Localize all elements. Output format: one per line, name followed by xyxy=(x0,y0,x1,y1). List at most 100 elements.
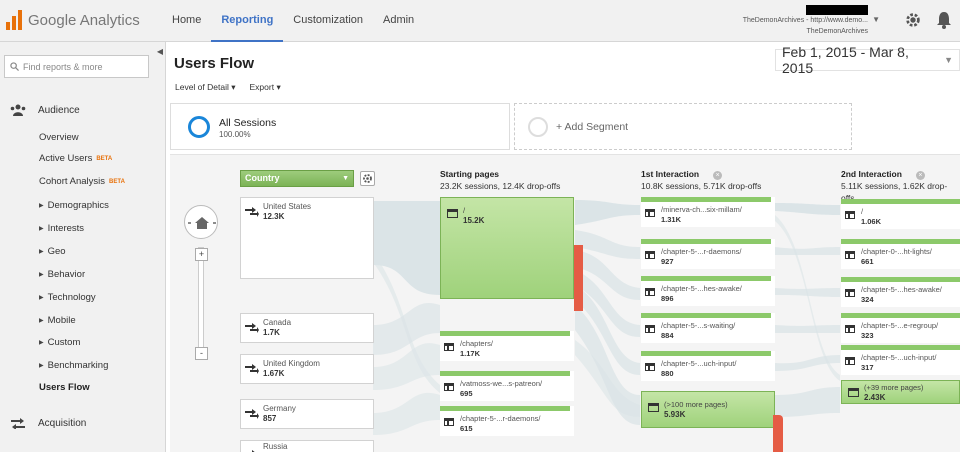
zoom-out-button[interactable]: - xyxy=(195,347,208,360)
collapse-sidebar-button[interactable]: ◀ xyxy=(154,44,166,60)
page-value: 884 xyxy=(661,331,674,340)
page-name: /chapter-5-...uch-input/ xyxy=(861,353,937,362)
starting-page-node[interactable]: /vatmoss-we...s-patreon/ 695 xyxy=(440,371,574,401)
users-flow-canvas[interactable]: + - Country ▼ United States 12.3K Canada… xyxy=(170,154,960,452)
date-range-picker[interactable]: Feb 1, 2015 - Mar 8, 2015 ▼ xyxy=(775,44,960,76)
main-nav: Home Reporting Customization Admin xyxy=(162,0,424,42)
entry-arrow-icon xyxy=(245,409,259,419)
search-box[interactable] xyxy=(4,55,149,78)
second-interaction-node[interactable]: /chapter-5-...uch-input/ 317 xyxy=(841,345,960,375)
starting-page-node[interactable]: / 15.2K xyxy=(440,197,574,299)
sidebar-item-demographics[interactable]: ▶ Demographics xyxy=(39,200,109,211)
sidebar-item-label: Active Users xyxy=(39,153,93,164)
account-selector[interactable]: TheDemonArchives - http://www.demo... Th… xyxy=(712,5,880,37)
country-node-united-kingdom[interactable]: United Kingdom 1.67K xyxy=(240,354,374,384)
dimension-dropdown[interactable]: Country ▼ xyxy=(240,170,354,187)
sidebar-item-interests[interactable]: ▶ Interests xyxy=(39,223,84,234)
add-segment-button[interactable]: + Add Segment xyxy=(514,103,852,150)
home-button[interactable] xyxy=(184,205,218,239)
tab-home[interactable]: Home xyxy=(162,0,211,42)
zoom-in-button[interactable]: + xyxy=(195,248,208,261)
expand-triangle-icon: ▶ xyxy=(39,318,44,324)
first-interaction-more-node[interactable]: (>100 more pages) 5.93K xyxy=(641,391,775,428)
country-value: 12.3K xyxy=(263,212,285,221)
expand-triangle-icon: ▶ xyxy=(39,295,44,301)
first-interaction-header: 1st Interaction × 10.8K sessions, 5.71K d… xyxy=(641,168,761,192)
tab-customization[interactable]: Customization xyxy=(283,0,373,42)
page-icon xyxy=(444,418,454,426)
sidebar-item-cohort-analysis[interactable]: Cohort Analysis BETA xyxy=(39,176,125,187)
close-icon[interactable]: × xyxy=(713,171,723,180)
page-value: 615 xyxy=(460,424,473,433)
sidebar-item-behavior[interactable]: ▶ Behavior xyxy=(39,269,85,280)
level-of-detail-menu[interactable]: Level of Detail ▾ xyxy=(175,82,236,93)
ga-logo-icon xyxy=(6,10,22,30)
tab-admin[interactable]: Admin xyxy=(373,0,424,42)
traffic-bar xyxy=(841,345,960,350)
gear-icon xyxy=(363,174,372,183)
second-interaction-node[interactable]: /chapter-5-...hes-awake/ 324 xyxy=(841,277,960,307)
add-segment-label: + Add Segment xyxy=(556,121,629,133)
segment-percent: 100.00% xyxy=(219,130,251,139)
tab-reporting[interactable]: Reporting xyxy=(211,0,284,42)
page-icon xyxy=(848,388,859,397)
page-icon xyxy=(645,288,655,296)
page-name: /chapter-5-...e-regroup/ xyxy=(861,321,939,330)
second-interaction-node[interactable]: / 1.06K xyxy=(841,199,960,229)
country-node-united-states[interactable]: United States 12.3K xyxy=(240,197,374,279)
ga-logo[interactable]: Google Analytics xyxy=(6,10,140,30)
page-icon xyxy=(444,383,454,391)
sidebar-item-users-flow[interactable]: Users Flow xyxy=(39,382,90,393)
close-icon[interactable]: × xyxy=(915,171,925,180)
sidebar-item-technology[interactable]: ▶ Technology xyxy=(39,292,96,303)
drop-off-bar[interactable] xyxy=(773,415,783,452)
gear-icon[interactable] xyxy=(904,11,922,29)
sidebar-section-audience[interactable]: Audience xyxy=(10,104,80,116)
first-interaction-node[interactable]: /minerva-ch...six-millam/ 1.31K xyxy=(641,197,775,227)
page-name: /chapter-5-...uch-input/ xyxy=(661,359,737,368)
country-node-russia[interactable]: Russia xyxy=(240,440,374,452)
first-interaction-node[interactable]: /chapter-5-...hes-awake/ 896 xyxy=(641,276,775,306)
traffic-bar xyxy=(641,239,771,244)
country-node-germany[interactable]: Germany 857 xyxy=(240,399,374,429)
country-node-canada[interactable]: Canada 1.7K xyxy=(240,313,374,343)
drop-off-bar[interactable] xyxy=(574,245,583,311)
entry-arrow-icon xyxy=(245,364,259,374)
search-input[interactable] xyxy=(23,61,141,72)
sidebar-item-mobile[interactable]: ▶ Mobile xyxy=(39,315,76,326)
sidebar-section-acquisition[interactable]: Acquisition xyxy=(10,417,86,429)
first-interaction-node[interactable]: /chapter-5-...r-daemons/ 927 xyxy=(641,239,775,269)
export-menu[interactable]: Export ▾ xyxy=(250,82,281,93)
traffic-bar xyxy=(641,276,771,281)
second-interaction-node[interactable]: /chapter-5-...e-regroup/ 323 xyxy=(841,313,960,343)
bell-icon[interactable] xyxy=(936,11,952,29)
first-interaction-node[interactable]: /chapter-5-...uch-input/ 880 xyxy=(641,351,775,381)
users-flow-screen: Google Analytics Home Reporting Customiz… xyxy=(0,0,960,452)
sidebar-item-overview[interactable]: Overview xyxy=(39,132,79,143)
dimension-settings-button[interactable] xyxy=(360,171,375,186)
sidebar-item-label: Mobile xyxy=(47,315,76,326)
sidebar: Audience Overview Active UsersBETA Cohor… xyxy=(0,42,166,452)
segment-ring-icon xyxy=(188,116,210,138)
sidebar-item-active-users[interactable]: Active Users BETA xyxy=(39,153,112,164)
sidebar-item-label: Custom xyxy=(47,337,81,348)
sidebar-item-benchmarking[interactable]: ▶ Benchmarking xyxy=(39,360,108,371)
empty-segment-ring-icon xyxy=(528,117,548,137)
zoom-control: + - xyxy=(184,205,218,360)
second-interaction-more-node[interactable]: (+39 more pages) 2.43K xyxy=(841,380,960,404)
first-interaction-node[interactable]: /chapter-5-...s-waiting/ 884 xyxy=(641,313,775,343)
starting-page-node[interactable]: /chapter-5-...r-daemons/ 615 xyxy=(440,406,574,436)
segment-all-sessions[interactable]: All Sessions 100.00% xyxy=(170,103,510,150)
expand-triangle-icon: ▶ xyxy=(39,249,44,255)
sidebar-item-geo[interactable]: ▶ Geo xyxy=(39,246,66,257)
page-name: / xyxy=(463,206,466,215)
expand-triangle-icon: ▶ xyxy=(39,272,44,278)
date-range-text: Feb 1, 2015 - Mar 8, 2015 xyxy=(782,44,909,76)
zoom-slider-track[interactable] xyxy=(198,247,204,351)
sidebar-item-label: Demographics xyxy=(47,200,109,211)
sidebar-item-custom[interactable]: ▶ Custom xyxy=(39,337,80,348)
page-name: /chapters/ xyxy=(460,339,493,348)
starting-page-node[interactable]: /chapters/ 1.17K xyxy=(440,331,574,361)
second-interaction-node[interactable]: /chapter-0-...ht-lights/ 661 xyxy=(841,239,960,269)
level-of-detail-label: Level of Detail xyxy=(175,82,229,92)
